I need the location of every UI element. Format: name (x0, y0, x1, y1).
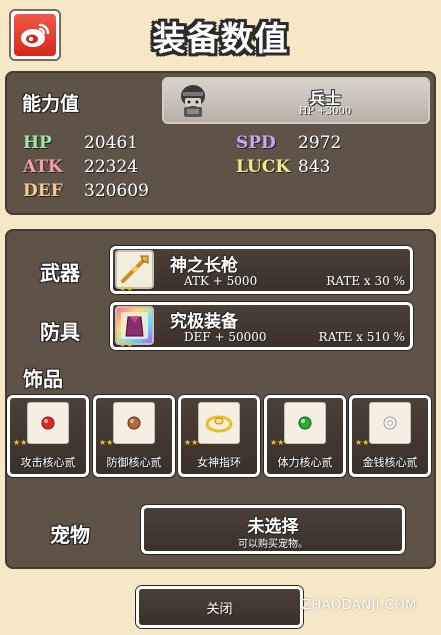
stats-section-label: 能力值 (22, 93, 80, 115)
accessory-slot-5[interactable]: ★★ 金钱核心贰 (349, 395, 431, 477)
accessory-label: 防御核心贰 (106, 456, 162, 469)
rarity-stars-icon: ★★ (13, 438, 28, 447)
pet-title: 未选择 (247, 517, 299, 537)
soldier-avatar-icon (175, 82, 211, 120)
rarity-stars-icon: ★★ (119, 284, 134, 293)
atk-label: ATK (23, 157, 63, 177)
accessory-label: 女神指环 (197, 456, 241, 469)
close-button[interactable]: 关闭 (136, 586, 303, 628)
luck-label: LUCK (236, 157, 291, 177)
accessory-slot-2[interactable]: ★★ 防御核心贰 (93, 395, 175, 477)
pet-slot-label: 宠物 (50, 523, 90, 547)
close-button-label: 关闭 (206, 601, 233, 617)
silver-core-icon (383, 416, 397, 430)
weapon-rate: RATE x 30 % (326, 274, 405, 288)
weapon-slot-label: 武器 (40, 261, 80, 285)
spd-label: SPD (236, 133, 276, 153)
accessory-label: 体力核心贰 (277, 456, 333, 469)
accessory-slot-label: 饰品 (23, 367, 63, 391)
accessory-label: 金钱核心贰 (362, 456, 418, 469)
rarity-stars-icon: ★★ (270, 438, 285, 447)
luck-value: 843 (298, 157, 331, 177)
accessory-slot-4[interactable]: ★★ 体力核心贰 (264, 395, 346, 477)
accessory-slot-3[interactable]: ★★ 女神指环 (178, 395, 260, 477)
bronze-core-icon (127, 416, 141, 430)
def-value: 320609 (84, 181, 149, 201)
rarity-stars-icon: ★★ (99, 438, 114, 447)
red-core-icon (41, 416, 55, 430)
spd-value: 2972 (298, 133, 342, 153)
page-title: 装备数值 (152, 19, 289, 58)
hp-value: 20461 (84, 133, 139, 153)
armor-slot-label: 防具 (40, 320, 80, 344)
armor-name: 究极装备 (170, 312, 238, 332)
hp-label: HP (23, 133, 52, 153)
rarity-stars-icon: ★★ (184, 438, 199, 447)
armor-rate: RATE x 510 % (318, 330, 405, 344)
rarity-stars-icon: ★★ (355, 438, 370, 447)
weapon-stat: ATK + 5000 (184, 274, 258, 288)
pet-hint: 可以购买宠物。 (238, 539, 308, 550)
weapon-name: 神之长枪 (170, 256, 238, 276)
green-core-icon (298, 416, 312, 430)
accessory-slot-1[interactable]: ★★ 攻击核心贰 (7, 395, 89, 477)
armor-stat: DEF + 50000 (184, 330, 267, 344)
character-bonus: HP +3000 (298, 106, 352, 117)
atk-value: 22324 (84, 157, 139, 177)
goddess-ring-icon (205, 415, 233, 433)
watermark: ZHAODANJI.COM (302, 598, 417, 613)
rarity-stars-icon: ★★ (119, 340, 134, 349)
def-label: DEF (23, 181, 63, 201)
accessory-label: 攻击核心贰 (20, 456, 76, 469)
